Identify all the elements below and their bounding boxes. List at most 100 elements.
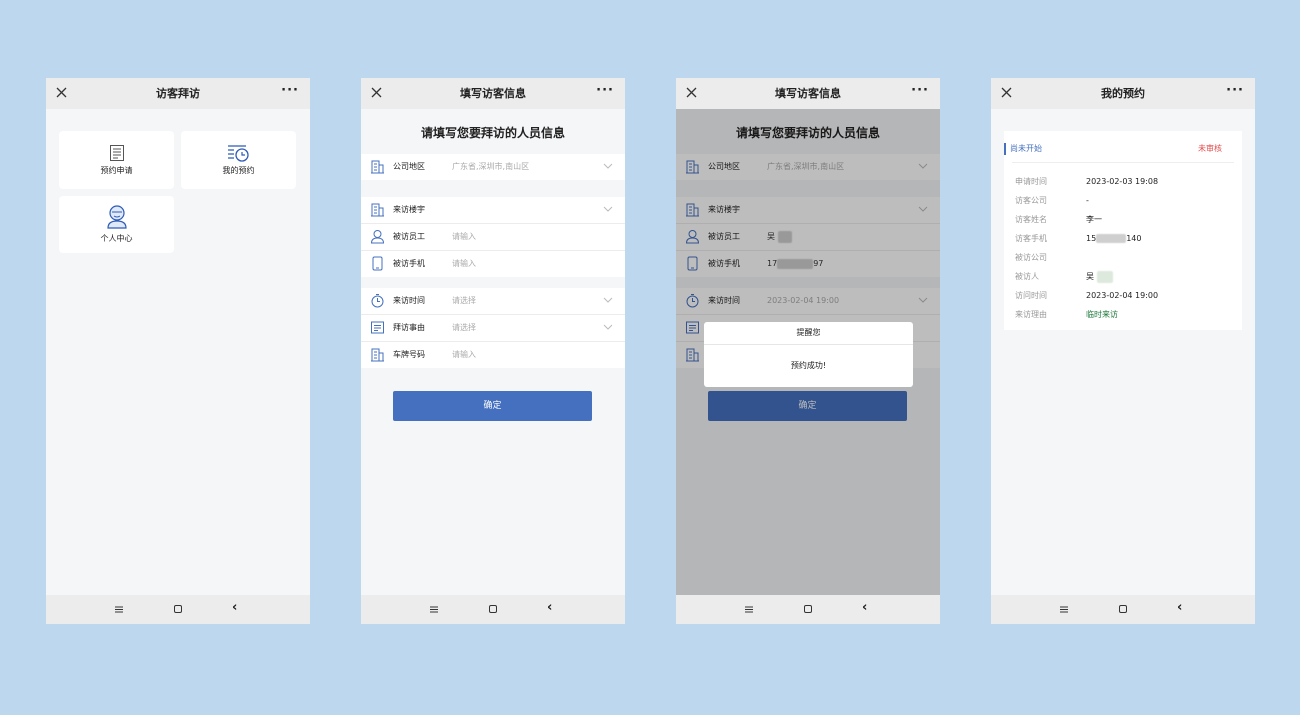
chevron-down-icon <box>603 206 613 212</box>
dialog-title: 提醒您 <box>704 322 913 345</box>
appointment-card[interactable]: 尚未开始 未审核 申请时间 2023-02-03 19:08 访客公司 - 访客… <box>1004 131 1242 330</box>
success-dialog[interactable]: 提醒您 预约成功! <box>704 322 913 387</box>
page-title: 填写访客信息 <box>775 87 841 100</box>
more-icon[interactable]: ··· <box>596 84 614 98</box>
row-visit-time[interactable]: 来访时间 请选择 <box>361 288 625 315</box>
system-nav-bar: ‹ <box>991 595 1255 624</box>
row-employee[interactable]: 被访员工 请输入 <box>361 224 625 251</box>
row-value: 请选择 <box>452 296 476 305</box>
field-value: 2023-02-04 19:00 <box>1086 291 1159 300</box>
row-label: 拜访事由 <box>393 323 425 332</box>
chevron-down-icon <box>603 297 613 303</box>
row-label: 来访楼宇 <box>393 205 425 214</box>
tile-label: 个人中心 <box>100 234 133 243</box>
status-label: 尚未开始 <box>1004 143 1042 155</box>
field-value: 临时来访 <box>1086 310 1118 319</box>
home-icon[interactable] <box>1119 605 1127 613</box>
row-company-region[interactable]: 公司地区 广东省,深圳市,南山区 <box>361 154 625 180</box>
plate-input[interactable]: 请输入 <box>452 342 476 368</box>
building-icon <box>371 160 384 174</box>
page-title: 访客拜访 <box>156 87 200 100</box>
back-icon[interactable]: ‹ <box>1177 601 1182 615</box>
system-nav-bar: ‹ <box>361 595 625 624</box>
title-bar: 我的预约 ··· <box>991 78 1255 109</box>
user-icon <box>107 205 127 229</box>
form-document-icon <box>110 145 124 161</box>
menu-icon[interactable] <box>1060 606 1068 613</box>
field-key: 访客姓名 <box>1015 215 1047 224</box>
field-key: 访客手机 <box>1015 234 1047 243</box>
form-group-region: 公司地区 广东省,深圳市,南山区 <box>361 154 625 180</box>
field-value: 李一 <box>1086 215 1102 224</box>
field-key: 被访公司 <box>1015 253 1047 262</box>
tile-appointment-apply[interactable]: 预约申请 <box>59 131 174 189</box>
field-visit-time: 访问时间 2023-02-04 19:00 <box>1004 288 1242 304</box>
host-name: 吴 <box>1086 272 1094 281</box>
title-bar: 填写访客信息 ··· <box>676 78 940 109</box>
document-icon <box>371 321 384 334</box>
row-value: 广东省,深圳市,南山区 <box>452 162 530 171</box>
row-value: 请选择 <box>452 323 476 332</box>
form-group-detail: 来访时间 请选择 拜访事由 请选择 车牌号码 请输入 <box>361 288 625 368</box>
employee-input[interactable]: 请输入 <box>452 224 476 250</box>
more-icon[interactable]: ··· <box>281 84 299 98</box>
menu-icon[interactable] <box>115 606 123 613</box>
redacted-mask <box>1096 270 1113 283</box>
dialog-message: 预约成功! <box>790 361 827 370</box>
building-icon <box>371 348 384 362</box>
chevron-down-icon <box>603 163 613 169</box>
phone-screen-submit-success: 填写访客信息 ··· 请填写您要拜访的人员信息 公司地区 广东省,深圳市,南山区… <box>676 78 940 624</box>
title-bar: 访客拜访 ··· <box>46 78 310 109</box>
tile-personal-center[interactable]: 个人中心 <box>59 196 174 253</box>
field-value: 15 140 <box>1086 231 1141 247</box>
phone-input[interactable]: 请输入 <box>452 251 476 277</box>
row-label: 被访员工 <box>393 232 425 241</box>
building-icon <box>371 203 384 217</box>
back-icon[interactable]: ‹ <box>547 601 552 615</box>
back-icon[interactable]: ‹ <box>862 601 867 615</box>
field-visitor-name: 访客姓名 李一 <box>1004 212 1242 228</box>
field-visit-reason: 来访理由 临时来访 <box>1004 307 1242 323</box>
field-key: 访客公司 <box>1015 196 1047 205</box>
page-title: 我的预约 <box>1101 87 1145 100</box>
field-key: 被访人 <box>1015 272 1039 281</box>
field-apply-time: 申请时间 2023-02-03 19:08 <box>1004 174 1242 190</box>
back-icon[interactable]: ‹ <box>232 601 237 615</box>
phone-screen-my-appointments: 我的预约 ··· 尚未开始 未审核 申请时间 2023-02-03 19:08 … <box>991 78 1255 624</box>
home-icon[interactable] <box>489 605 497 613</box>
field-value: 2023-02-03 19:08 <box>1086 177 1159 186</box>
phone-suffix: 140 <box>1126 234 1142 243</box>
chevron-down-icon <box>603 324 613 330</box>
menu-icon[interactable] <box>745 606 753 613</box>
form-heading: 请填写您要拜访的人员信息 <box>420 126 565 140</box>
divider <box>1012 162 1234 163</box>
row-visit-reason[interactable]: 拜访事由 请选择 <box>361 315 625 342</box>
row-building[interactable]: 来访楼宇 <box>361 197 625 224</box>
row-label: 来访时间 <box>393 296 425 305</box>
row-employee-phone[interactable]: 被访手机 请输入 <box>361 251 625 277</box>
redacted-mask <box>1096 234 1127 243</box>
stopwatch-icon <box>371 294 384 308</box>
row-label: 被访手机 <box>393 259 425 268</box>
field-host-person: 被访人 吴 <box>1004 269 1242 285</box>
more-icon[interactable]: ··· <box>1226 84 1244 98</box>
phone-screen-visitor-home: 访客拜访 ··· 预约申请 我的预约 个人中心 ‹ <box>46 78 310 624</box>
field-key: 申请时间 <box>1015 177 1047 186</box>
field-key: 访问时间 <box>1015 291 1047 300</box>
audit-status-badge: 未审核 <box>1198 144 1222 153</box>
phone-prefix: 15 <box>1086 234 1097 243</box>
person-icon <box>370 230 385 244</box>
more-icon[interactable]: ··· <box>911 84 929 98</box>
field-value: - <box>1086 196 1089 205</box>
tile-my-appointments[interactable]: 我的预约 <box>181 131 296 189</box>
row-plate-number[interactable]: 车牌号码 请输入 <box>361 342 625 368</box>
title-bar: 填写访客信息 ··· <box>361 78 625 109</box>
confirm-button[interactable]: 确定 <box>393 391 592 421</box>
phone-screen-visitor-form: 填写访客信息 ··· 请填写您要拜访的人员信息 公司地区 广东省,深圳市,南山区… <box>361 78 625 624</box>
tile-label: 我的预约 <box>222 166 255 175</box>
home-icon[interactable] <box>804 605 812 613</box>
menu-icon[interactable] <box>430 606 438 613</box>
home-icon[interactable] <box>174 605 182 613</box>
form-group-visit: 来访楼宇 被访员工 请输入 被访手机 请输入 <box>361 197 625 277</box>
row-label: 车牌号码 <box>393 350 425 359</box>
